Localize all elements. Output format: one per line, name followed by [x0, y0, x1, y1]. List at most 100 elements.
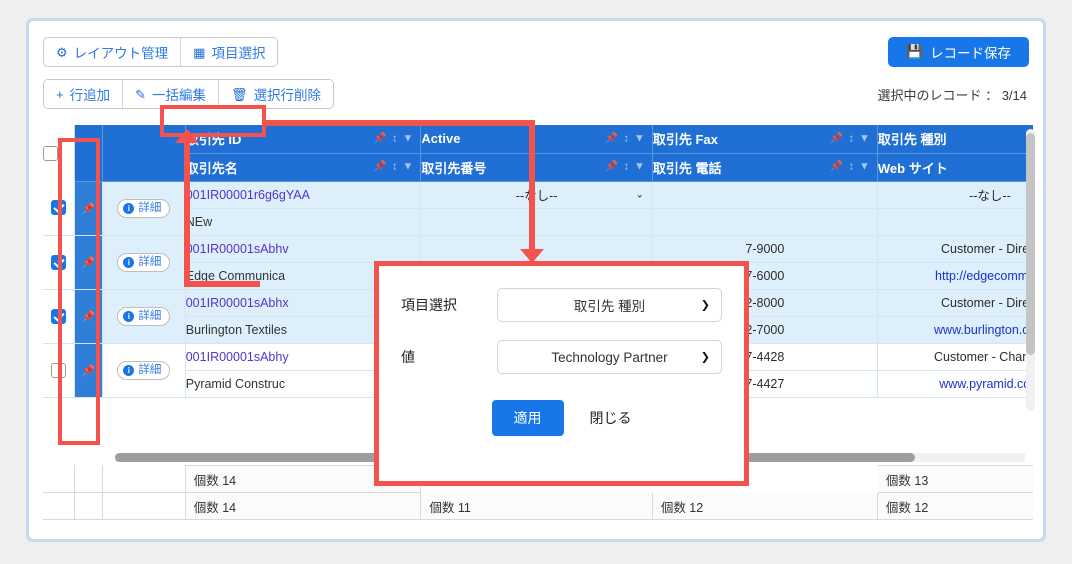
- row-select-checkbox[interactable]: [51, 200, 67, 216]
- sort-icon[interactable]: ↕: [623, 133, 629, 144]
- row-detail-cell[interactable]: i 詳細: [102, 235, 186, 290]
- header-icons[interactable]: 📌 ↕ ▼: [373, 133, 413, 144]
- dialog-value-select[interactable]: Technology Partner ❯: [497, 340, 722, 374]
- sort-icon[interactable]: ↕: [849, 133, 855, 144]
- detail-button[interactable]: i 詳細: [117, 252, 171, 272]
- column-header-account-id[interactable]: 取引先 ID 📌 ↕ ▼: [185, 125, 422, 154]
- column-header-account-name-label: 取引先名: [185, 160, 238, 176]
- add-row-button[interactable]: + 行追加: [44, 80, 124, 108]
- row-select-checkbox[interactable]: [51, 254, 67, 270]
- cell-website[interactable]: www.burlington.com: [877, 316, 1033, 344]
- pin-icon[interactable]: 📌: [373, 133, 387, 144]
- row-pin-cell[interactable]: 📌: [74, 235, 103, 290]
- row-select-cell[interactable]: [43, 235, 76, 290]
- column-header-account-fax[interactable]: 取引先 Fax 📌 ↕ ▼: [652, 125, 878, 154]
- dialog-field-select[interactable]: 取引先 種別 ❯: [497, 288, 722, 322]
- cell-account-type[interactable]: Customer - Direct: [877, 235, 1033, 263]
- pin-icon[interactable]: 📌: [830, 133, 844, 144]
- detail-button-label: 詳細: [138, 201, 162, 214]
- add-row-label: 行追加: [69, 88, 111, 103]
- save-record-label: レコード保存: [930, 46, 1011, 61]
- row-pin-cell[interactable]: 📌: [74, 289, 103, 344]
- cell-active[interactable]: [420, 235, 653, 263]
- cell-website[interactable]: www.pyramid.com: [877, 370, 1033, 398]
- header-icons[interactable]: 📌 ↕ ▼: [605, 161, 645, 173]
- cell-account-fax[interactable]: [652, 181, 878, 209]
- filter-icon[interactable]: ▼: [403, 133, 414, 144]
- table-row[interactable]: NEw: [43, 208, 1033, 236]
- pin-icon[interactable]: 📌: [605, 161, 619, 173]
- row-select-cell[interactable]: [43, 289, 76, 344]
- close-button[interactable]: 閉じる: [590, 408, 632, 428]
- sort-icon[interactable]: ↕: [392, 161, 398, 173]
- layout-manage-button[interactable]: ⚙ レイアウト管理: [44, 38, 182, 66]
- column-header-website[interactable]: Web サイト: [877, 153, 1033, 182]
- sort-icon[interactable]: ↕: [849, 161, 855, 173]
- filter-icon[interactable]: ▼: [403, 161, 414, 173]
- column-header-active[interactable]: Active 📌 ↕ ▼: [420, 125, 653, 154]
- cell-account-id[interactable]: 001IR00001r6g6gYAA: [185, 181, 422, 209]
- header-icons[interactable]: 📌 ↕ ▼: [830, 133, 870, 144]
- screenshot-root: ⚙ レイアウト管理 ▦ 項目選択 💾 レコード保存 + 行追加 ✎ 一括編集 🗑…: [0, 0, 1072, 564]
- select-all-checkbox[interactable]: [43, 146, 58, 162]
- column-header-account-type[interactable]: 取引先 種別: [877, 125, 1033, 154]
- table-row[interactable]: 📌 i 詳細 001IR00001sAbhv 7-9000 Customer - Dire…: [43, 235, 1033, 290]
- row-select-cell[interactable]: [43, 181, 76, 236]
- filter-icon[interactable]: ▼: [859, 161, 870, 173]
- header-icons[interactable]: 📌 ↕ ▼: [605, 133, 645, 144]
- filter-icon[interactable]: ▼: [634, 161, 645, 173]
- toolbar-button-group-top: ⚙ レイアウト管理 ▦ 項目選択: [43, 37, 279, 67]
- sort-icon[interactable]: ↕: [623, 161, 629, 173]
- cell-account-id[interactable]: 001IR00001sAbhv: [185, 235, 422, 263]
- dialog-value-label: 値: [401, 349, 415, 365]
- cell-account-name[interactable]: NEw: [185, 208, 422, 236]
- vertical-scrollbar-thumb[interactable]: [1026, 133, 1035, 355]
- detail-button[interactable]: i 詳細: [117, 306, 171, 326]
- row-pin-cell[interactable]: 📌: [74, 343, 103, 398]
- filter-icon[interactable]: ▼: [634, 133, 645, 144]
- pin-icon[interactable]: 📌: [373, 161, 387, 173]
- header-icons[interactable]: 📌 ↕ ▼: [373, 161, 414, 173]
- column-header-account-name[interactable]: 取引先名 📌 ↕ ▼: [185, 153, 422, 182]
- bulk-edit-dialog: 項目選択 取引先 種別 ❯ 値 Technology Partner ❯ 適用 …: [374, 261, 749, 486]
- cell-account-fax[interactable]: 7-9000: [652, 235, 878, 263]
- row-pin-cell[interactable]: 📌: [74, 181, 103, 236]
- row-detail-cell[interactable]: i 詳細: [102, 181, 186, 236]
- row-select-checkbox[interactable]: [51, 308, 67, 324]
- row-select-checkbox[interactable]: [51, 362, 67, 378]
- pin-icon[interactable]: 📌: [605, 133, 619, 144]
- plus-icon: +: [56, 86, 64, 102]
- pin-icon[interactable]: 📌: [830, 161, 844, 173]
- vertical-scrollbar[interactable]: [1026, 129, 1035, 411]
- dialog-field-row: 項目選択 取引先 種別 ❯: [379, 288, 744, 322]
- column-header-account-number[interactable]: 取引先番号 📌 ↕ ▼: [420, 153, 653, 182]
- header-icons[interactable]: 📌 ↕ ▼: [830, 161, 870, 173]
- filter-icon[interactable]: ▼: [859, 133, 870, 144]
- delete-selected-rows-button[interactable]: 🗑 選択行削除: [219, 80, 334, 108]
- row-select-cell[interactable]: [43, 343, 76, 398]
- column-header-website-label: Web サイト: [877, 160, 948, 176]
- cell-account-type[interactable]: Customer - Channel: [877, 343, 1033, 371]
- dialog-value-select-value: Technology Partner: [551, 349, 668, 365]
- cell-account-type[interactable]: Customer - Direct: [877, 289, 1033, 317]
- bulk-edit-button[interactable]: ✎ 一括編集: [123, 80, 219, 108]
- field-select-button[interactable]: ▦ 項目選択: [181, 38, 278, 66]
- column-header-active-label: Active: [421, 131, 461, 147]
- cell-account-number[interactable]: [420, 208, 653, 236]
- row-detail-cell[interactable]: i 詳細: [102, 343, 186, 398]
- detail-button[interactable]: i 詳細: [117, 360, 171, 380]
- cell-active[interactable]: --なし-- ⌄: [420, 181, 653, 209]
- cell-website[interactable]: http://edgecomm.co: [877, 262, 1033, 290]
- apply-button[interactable]: 適用: [491, 400, 564, 436]
- column-header-account-phone[interactable]: 取引先 電話 📌 ↕ ▼: [652, 153, 878, 182]
- select-all-cell[interactable]: [43, 125, 76, 181]
- cell-account-type[interactable]: --なし--: [877, 181, 1033, 209]
- cell-website[interactable]: [877, 208, 1033, 236]
- info-icon: i: [123, 202, 135, 214]
- save-record-button[interactable]: 💾 レコード保存: [888, 37, 1029, 67]
- sort-icon[interactable]: ↕: [392, 133, 398, 144]
- cell-account-phone[interactable]: [652, 208, 878, 236]
- detail-button[interactable]: i 詳細: [117, 198, 171, 218]
- row-detail-cell[interactable]: i 詳細: [102, 289, 186, 344]
- table-row[interactable]: 📌 i 詳細 001IR00001r6g6gYAA --なし-- ⌄ --なし--: [43, 181, 1033, 236]
